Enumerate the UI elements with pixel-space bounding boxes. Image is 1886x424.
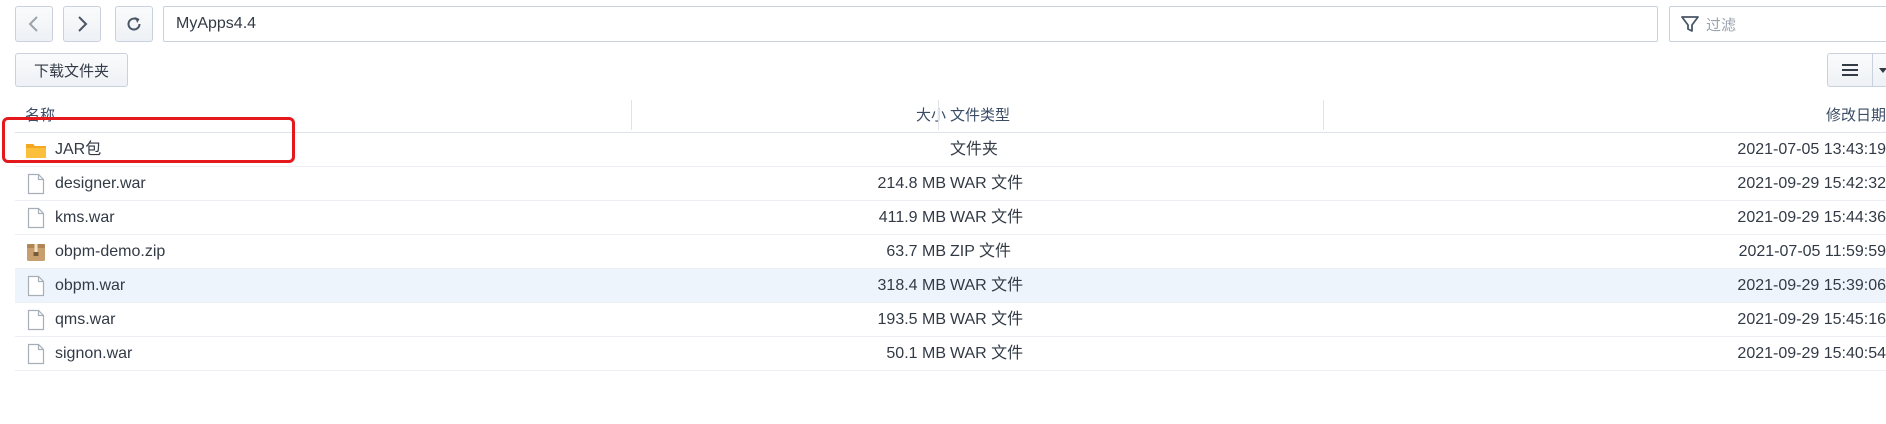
file-icon [25, 343, 47, 365]
row-type: 文件夹 [950, 141, 999, 158]
row-name-cell: designer.war [25, 167, 146, 200]
row-modified: 2021-09-29 15:42:32 [1737, 175, 1886, 192]
row-size: 411.9 MB [878, 209, 946, 226]
filter-icon [1681, 16, 1699, 32]
column-divider [938, 100, 939, 130]
row-modified: 2021-07-05 13:43:19 [1737, 141, 1886, 158]
row-name: qms.war [55, 310, 116, 328]
row-type: WAR 文件 [950, 345, 1024, 362]
chevron-left-icon [28, 16, 38, 32]
file-table: 名称 大小 文件类型 修改日期 JAR包 文件夹 2021-07-05 13:4… [15, 98, 1886, 371]
folder-icon [25, 139, 47, 161]
table-row[interactable]: kms.war 411.9 MB WAR 文件 2021-09-29 15:44… [15, 201, 1886, 235]
row-name-cell: JAR包 [25, 133, 101, 166]
column-header-type[interactable]: 文件类型 [950, 98, 1010, 132]
archive-icon [25, 241, 47, 263]
download-folder-button[interactable]: 下载文件夹 [15, 53, 128, 87]
filter-placeholder: 过滤 [1706, 16, 1737, 34]
table-row[interactable]: qms.war 193.5 MB WAR 文件 2021-09-29 15:45… [15, 303, 1886, 337]
table-row-selected[interactable]: obpm.war 318.4 MB WAR 文件 2021-09-29 15:3… [15, 269, 1886, 303]
chevron-right-icon [78, 16, 88, 32]
row-name: designer.war [55, 174, 146, 192]
column-divider [631, 100, 632, 130]
row-modified: 2021-09-29 15:45:16 [1737, 311, 1886, 328]
chevron-down-icon [1879, 68, 1886, 73]
table-row[interactable]: JAR包 文件夹 2021-07-05 13:43:19 [15, 133, 1886, 167]
list-view-icon [1842, 64, 1858, 76]
row-modified: 2021-09-29 15:40:54 [1737, 345, 1886, 362]
row-modified: 2021-07-05 11:59:59 [1738, 243, 1886, 260]
file-icon [25, 207, 47, 229]
table-header: 名称 大小 文件类型 修改日期 [15, 98, 1886, 133]
row-size [635, 133, 946, 166]
table-row[interactable]: signon.war 50.1 MB WAR 文件 2021-09-29 15:… [15, 337, 1886, 371]
row-modified: 2021-09-29 15:39:06 [1737, 277, 1886, 294]
row-size: 50.1 MB [886, 345, 946, 362]
row-name-cell: qms.war [25, 303, 115, 336]
file-icon [25, 309, 47, 331]
forward-button[interactable] [63, 6, 101, 42]
view-divider [1872, 54, 1873, 86]
refresh-button[interactable] [115, 6, 153, 42]
row-name: kms.war [55, 208, 115, 226]
row-name-cell: obpm-demo.zip [25, 235, 165, 268]
row-size: 193.5 MB [877, 311, 946, 328]
row-name: JAR包 [55, 140, 102, 158]
row-size: 318.4 MB [877, 277, 946, 294]
back-button[interactable] [15, 6, 53, 42]
row-name-cell: kms.war [25, 201, 115, 234]
row-name: obpm.war [55, 276, 126, 294]
row-type: WAR 文件 [950, 209, 1024, 226]
row-name: signon.war [55, 344, 133, 362]
row-name: obpm-demo.zip [55, 242, 166, 260]
row-size: 214.8 MB [877, 175, 946, 192]
refresh-icon [127, 17, 141, 31]
row-type: WAR 文件 [950, 175, 1024, 192]
file-icon [25, 275, 47, 297]
row-name-cell: obpm.war [25, 269, 125, 302]
row-type: WAR 文件 [950, 311, 1024, 328]
column-header-modified[interactable]: 修改日期 [1135, 98, 1886, 132]
view-mode-button[interactable] [1827, 53, 1886, 87]
row-type: WAR 文件 [950, 277, 1024, 294]
column-header-name[interactable]: 名称 [25, 98, 55, 132]
file-icon [25, 173, 47, 195]
row-size: 63.7 MB [886, 243, 946, 260]
path-text: MyApps4.4 [176, 15, 257, 32]
row-type: ZIP 文件 [950, 243, 1012, 260]
table-row[interactable]: designer.war 214.8 MB WAR 文件 2021-09-29 … [15, 167, 1886, 201]
path-field[interactable]: MyApps4.4 [163, 6, 1658, 42]
row-modified: 2021-09-29 15:44:36 [1737, 209, 1886, 226]
column-header-size[interactable]: 大小 [635, 98, 946, 132]
table-row[interactable]: obpm-demo.zip 63.7 MB ZIP 文件 2021-07-05 … [15, 235, 1886, 269]
filter-input[interactable]: 过滤 [1669, 6, 1886, 42]
row-name-cell: signon.war [25, 337, 132, 370]
